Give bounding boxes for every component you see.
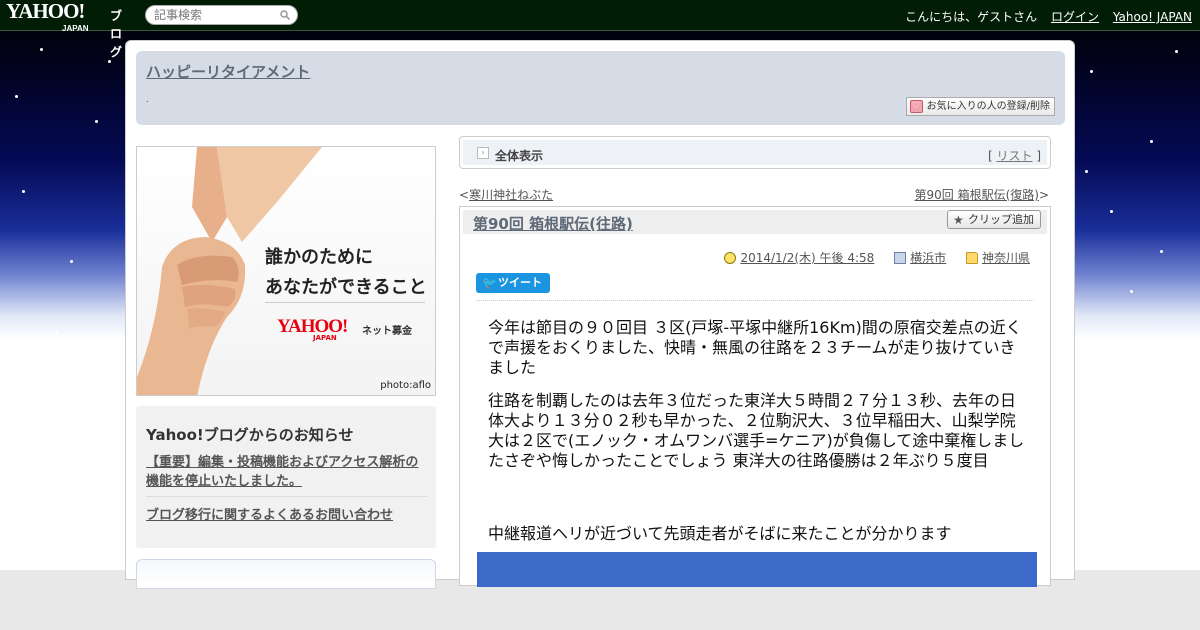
notice-link-important[interactable]: 【重要】編集・投稿機能およびアクセス解析の機能を停止いたしました。 [146, 453, 428, 497]
article-date-link[interactable]: 2014/1/2(木) 午後 4:58 [740, 251, 874, 265]
search-box [145, 5, 298, 25]
greeting-text: こんにちは、ゲストさん [905, 10, 1038, 24]
tag-pref-link[interactable]: 神奈川県 [982, 251, 1030, 265]
next-article-link[interactable]: 第90回 箱根駅伝(復路) [914, 188, 1038, 202]
next-article-nav: 第90回 箱根駅伝(復路)> [914, 188, 1049, 202]
article-header: 第90回 箱根駅伝(往路) ★ クリップ追加 [463, 210, 1047, 234]
all-view-bar: › 全体表示 [ リスト ] [459, 136, 1051, 169]
notice-link-faq[interactable]: ブログ移行に関するよくあるお問い合わせ [146, 504, 393, 523]
search-input[interactable] [154, 6, 279, 24]
star-icon: ★ [953, 213, 964, 227]
folder-icon [965, 252, 978, 264]
blog-description: . [146, 95, 149, 104]
yahoo-japan-link[interactable]: Yahoo! JAPAN [1113, 10, 1192, 24]
article: 第90回 箱根駅伝(往路) ★ クリップ追加 2014/1/2(木) 午後 4:… [459, 206, 1051, 587]
notice-title: Yahoo!ブログからのお知らせ [146, 426, 354, 444]
tweet-button[interactable]: 🐦 ツイート [476, 273, 550, 293]
tag-city-link[interactable]: 横浜市 [910, 251, 946, 265]
login-link[interactable]: ログイン [1051, 10, 1099, 24]
article-paragraph-1: 今年は節目の９０回目 ３区(戸塚-平塚中継所16Km)間の原宿交差点の近くで声援… [488, 318, 1022, 377]
prev-article-nav: <寒川神社ねぶた [459, 188, 554, 202]
blog-title[interactable]: ハッピーリタイアメント [146, 61, 310, 82]
search-icon[interactable] [280, 10, 290, 20]
chevron-right-icon: › [477, 147, 489, 159]
clock-icon [724, 252, 737, 264]
sidebar-box [136, 559, 436, 589]
notice-box: Yahoo!ブログからのお知らせ 【重要】編集・投稿機能およびアクセス解析の機能… [136, 406, 436, 548]
ad-yahoo-logo-sub: JAPAN [313, 334, 337, 342]
article-title[interactable]: 第90回 箱根駅伝(往路) [473, 213, 633, 234]
heart-icon: ♡ [909, 100, 923, 113]
clip-add-button[interactable]: ★ クリップ追加 [947, 210, 1041, 229]
ad-photo-credit: photo:aflo [380, 380, 431, 391]
ad-bokin-label: ネット募金 [362, 326, 412, 337]
ad-divider [265, 302, 425, 303]
article-photo[interactable] [477, 552, 1037, 587]
list-view-link[interactable]: リスト [996, 149, 1032, 163]
top-bar: YAHOO! JAPAN ブログ こんにちは、ゲストさん ログイン Yahoo!… [0, 0, 1200, 60]
logo-japan: JAPAN [62, 24, 89, 33]
favorite-register-button[interactable]: ♡ お気に入りの人の登録/削除 [905, 97, 1055, 116]
ad-headline-1: 誰かのために [265, 247, 373, 268]
handshake-illustration [137, 147, 322, 395]
top-nav: こんにちは、ゲストさん ログイン Yahoo! JAPAN [905, 8, 1192, 25]
all-view-label[interactable]: 全体表示 [495, 147, 543, 164]
yahoo-logo[interactable]: YAHOO! JAPAN ブログ [6, 1, 122, 60]
twitter-bird-icon: 🐦 [482, 276, 497, 290]
blog-header: ハッピーリタイアメント . ♡ お気に入りの人の登録/削除 [136, 51, 1065, 125]
logo-blog: ブログ [110, 9, 123, 59]
building-icon [894, 252, 907, 264]
prev-article-link[interactable]: 寒川神社ねぶた [469, 188, 553, 202]
list-view: [ リスト ] [987, 149, 1041, 163]
ad-headline-2: あなたができること [265, 277, 427, 298]
article-paragraph-3: 中継報道ヘリが近づいて先頭走者がそばに来たことが分かります [488, 524, 952, 543]
article-paragraph-2: 往路を制覇したのは去年３位だった東洋大５時間２７分１３秒、去年の日体大より１３分… [488, 391, 1025, 470]
blog-panel: ハッピーリタイアメント . ♡ お気に入りの人の登録/削除 誰かのために あなた… [125, 40, 1075, 589]
donation-ad-banner[interactable]: 誰かのために あなたができること YAHOO! JAPAN ネット募金 phot… [136, 146, 436, 396]
article-meta: 2014/1/2(木) 午後 4:58 横浜市 神奈川県 [724, 249, 1030, 266]
article-divider [476, 300, 1034, 301]
